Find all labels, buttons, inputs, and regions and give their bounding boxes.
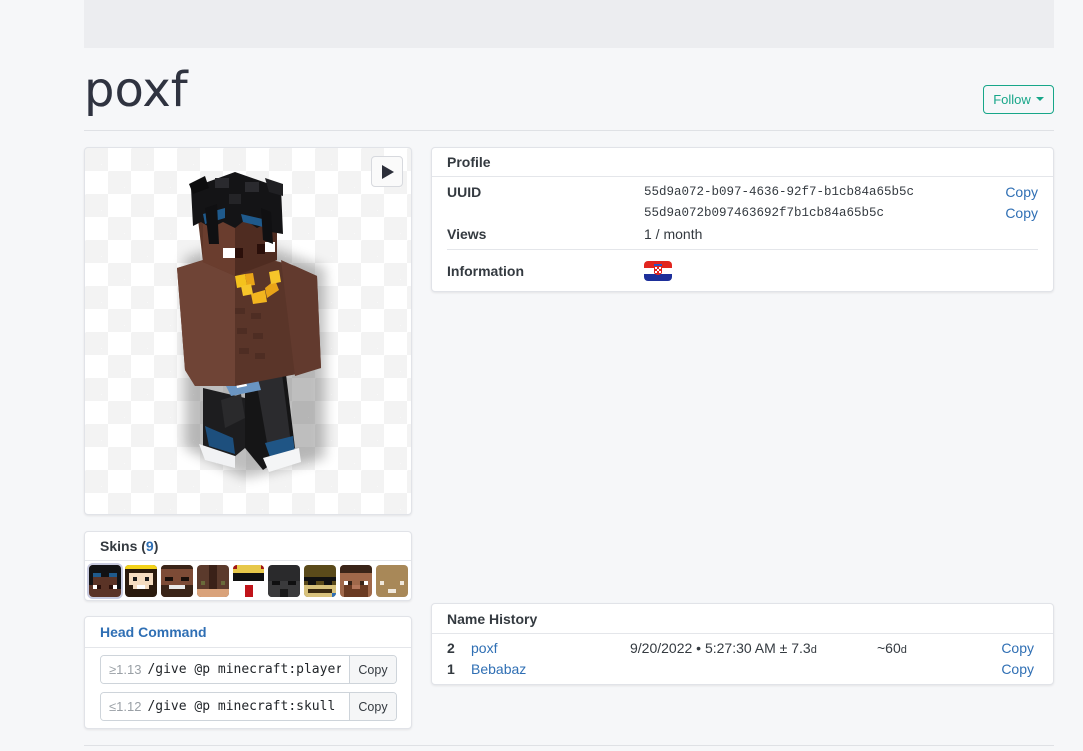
caret-down-icon xyxy=(1035,96,1044,101)
skin-thumb[interactable] xyxy=(160,565,193,597)
uuid-value[interactable]: 55d9a072-b097-4636-92f7-b1cb84a65b5c xyxy=(644,185,914,199)
copy-name-button[interactable]: Copy xyxy=(1001,640,1034,656)
command-version: ≤1.12 xyxy=(109,699,142,714)
copy-command-button[interactable]: Copy xyxy=(349,693,396,720)
views-value: 1 / month xyxy=(644,226,703,242)
skin-thumb[interactable] xyxy=(376,565,409,597)
head xyxy=(189,172,283,276)
copy-command-button[interactable]: Copy xyxy=(349,656,396,683)
skins-header: Skins (9) xyxy=(85,532,411,561)
skins-count[interactable]: 9 xyxy=(146,538,154,554)
top-banner xyxy=(84,0,1054,48)
uuid-row: UUID 55d9a072-b097-4636-92f7-b1cb84a65b5… xyxy=(447,184,1038,204)
skins-title: Skins xyxy=(100,538,138,554)
uuid-label: UUID xyxy=(447,184,482,200)
information-row: Information xyxy=(447,263,1038,283)
name-history-row: 1 Bebabaz Copy xyxy=(447,661,1038,682)
play-animation-button[interactable] xyxy=(371,156,403,187)
skins-card: Skins (9) xyxy=(84,531,412,601)
skin-thumb[interactable] xyxy=(124,565,157,597)
name-link[interactable]: poxf xyxy=(471,640,497,656)
skin-list xyxy=(85,561,411,597)
skin-thumb[interactable] xyxy=(232,565,265,597)
command-text[interactable]: /give @p minecraft:player_head xyxy=(147,662,341,677)
command-field[interactable]: ≤1.12 /give @p minecraft:skull xyxy=(101,693,349,720)
information-label: Information xyxy=(447,263,524,279)
name-link[interactable]: Bebabaz xyxy=(471,661,526,677)
skin-thumb[interactable] xyxy=(304,565,337,597)
skin-thumb[interactable] xyxy=(268,565,301,597)
name-history-title: Name History xyxy=(432,604,1053,634)
command-input-group: ≤1.12 /give @p minecraft:skull Copy xyxy=(100,692,397,721)
uuid-short-value[interactable]: 55d9a072b097463692f7b1cb84a65b5c xyxy=(644,206,884,220)
page-title: poxf xyxy=(84,62,188,118)
head-command-card: Head Command ≥1.13 /give @p minecraft:pl… xyxy=(84,616,412,729)
skin-viewer[interactable] xyxy=(84,147,412,515)
command-version: ≥1.13 xyxy=(109,662,142,677)
skin-thumb[interactable] xyxy=(196,565,229,597)
play-icon xyxy=(382,164,394,179)
name-changed-date: 9/20/2022 • 5:27:30 AM ± 7.3d xyxy=(630,640,817,656)
copy-name-button[interactable]: Copy xyxy=(1001,661,1034,677)
profile-title: Profile xyxy=(432,148,1053,177)
divider xyxy=(84,130,1054,131)
skin-thumb[interactable] xyxy=(89,565,121,597)
profile-card: Profile UUID 55d9a072-b097-4636-92f7-b1c… xyxy=(431,147,1054,292)
command-field[interactable]: ≥1.13 /give @p minecraft:player_head xyxy=(101,656,349,683)
skin-thumb[interactable] xyxy=(340,565,373,597)
divider xyxy=(447,249,1038,250)
name-history-card: Name History 2 poxf 9/20/2022 • 5:27:30 … xyxy=(431,603,1054,685)
copy-uuid-short-button[interactable]: Copy xyxy=(1005,205,1038,221)
head-command-title[interactable]: Head Command xyxy=(85,617,411,648)
views-row: Views 1 / month xyxy=(447,226,1038,246)
views-label: Views xyxy=(447,226,487,242)
name-history-row: 2 poxf 9/20/2022 • 5:27:30 AM ± 7.3d ~60… xyxy=(447,640,1038,661)
name-duration: ~60d xyxy=(877,640,907,656)
croatia-flag-icon[interactable] xyxy=(644,261,672,281)
follow-dropdown-button[interactable]: Follow xyxy=(983,85,1054,114)
skin-model[interactable] xyxy=(85,148,412,515)
copy-uuid-button[interactable]: Copy xyxy=(1005,184,1038,200)
follow-label: Follow xyxy=(993,92,1031,107)
divider xyxy=(84,745,1054,746)
name-index: 2 xyxy=(447,640,455,656)
command-input-group: ≥1.13 /give @p minecraft:player_head Cop… xyxy=(100,655,397,684)
command-text[interactable]: /give @p minecraft:skull xyxy=(147,699,335,714)
name-index: 1 xyxy=(447,661,455,677)
uuid-short-row: 55d9a072b097463692f7b1cb84a65b5c Copy xyxy=(447,205,1038,225)
